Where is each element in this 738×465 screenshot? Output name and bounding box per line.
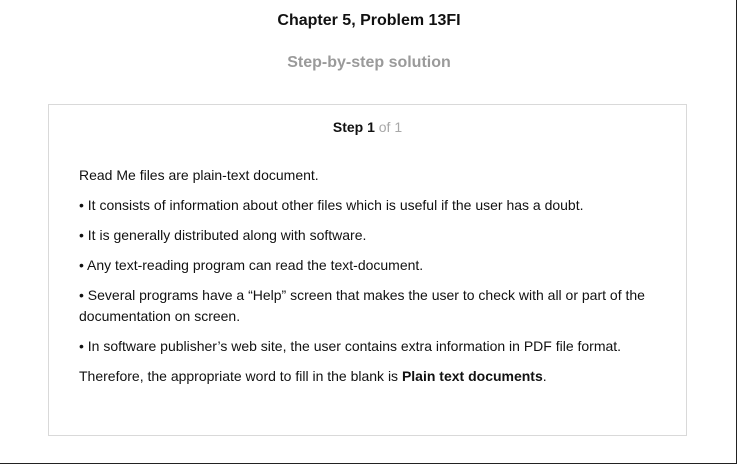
solution-subtitle: Step-by-step solution (287, 54, 451, 71)
bullet-item: • Any text-reading program can read the … (79, 257, 424, 273)
step-intro: Read Me files are plain-text document. (79, 167, 319, 183)
bullet-item: • In software publisher’s web site, the … (79, 338, 622, 354)
bullet-item: • It consists of information about other… (79, 197, 584, 213)
step-body: Read Me files are plain-text document. •… (79, 165, 669, 396)
conclusion-prefix: Therefore, the appropriate word to fill … (79, 368, 402, 384)
conclusion-answer: Plain text documents (401, 368, 543, 384)
step-card: Step 1 of 1 Read Me files are plain-text… (48, 104, 687, 436)
bullet-item: • Several programs have a “Help” screen … (79, 287, 645, 324)
chapter-title: Chapter 5, Problem 13FI (277, 12, 461, 29)
conclusion: Therefore, the appropriate word to fill … (79, 366, 669, 387)
step-label: Step 1 (332, 119, 375, 135)
step-header: Step 1 of 1 (49, 119, 686, 135)
bullet-item: • It is generally distributed along with… (79, 227, 367, 243)
step-total: of 1 (378, 119, 403, 135)
conclusion-suffix: . (542, 368, 547, 384)
